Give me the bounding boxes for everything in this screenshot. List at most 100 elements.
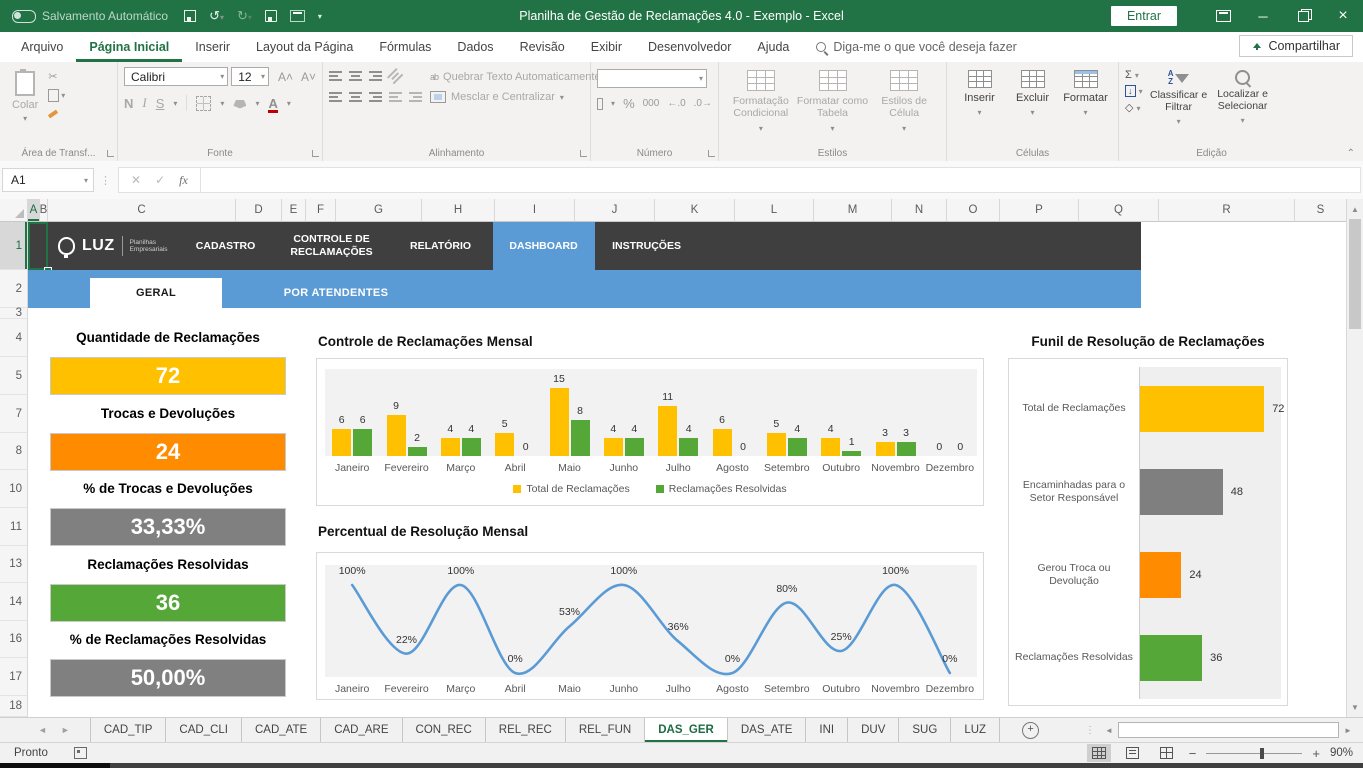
scroll-down-icon[interactable]: ▼ [1347,699,1363,715]
menu-tab-ajuda[interactable]: Ajuda [744,32,802,62]
shrink-font-button[interactable]: A˅ [301,70,316,84]
menu-tab-layout-da-pagina[interactable]: Layout da Página [243,32,366,62]
format-painter-button[interactable] [48,107,65,121]
save-icon[interactable] [184,10,196,22]
sheet-tab-cad-tip[interactable]: CAD_TIP [90,718,167,742]
sheet-tab-con-rec[interactable]: CON_REC [403,718,486,742]
sheet-tab-cad-are[interactable]: CAD_ARE [321,718,402,742]
ribbon-display-options-button[interactable] [1203,0,1243,32]
insert-cells-button[interactable]: Inserir ▾ [953,67,1006,141]
dashboard-nav-tab-relatorio[interactable]: RELATÓRIO [396,222,486,270]
print-preview-icon[interactable] [265,10,277,22]
column-header-n[interactable]: N [892,199,947,221]
minimize-button[interactable]: ─ [1243,0,1283,32]
formula-input[interactable] [201,167,1361,193]
dashboard-nav-tab-dashboard[interactable]: DASHBOARD [493,222,595,270]
restore-button[interactable] [1283,0,1323,32]
autosum-button[interactable]: Σ ▾ [1125,69,1143,81]
dashboard-subtab-por-atendentes[interactable]: POR ATENDENTES [222,278,450,308]
borders-button[interactable] [196,96,211,111]
horizontal-scroll-thumb[interactable] [1118,722,1339,738]
column-header-b[interactable]: B [40,199,48,221]
row-header-7[interactable]: 7 [0,395,27,433]
sheet-tab-rel-fun[interactable]: REL_FUN [566,718,645,742]
vertical-scrollbar[interactable]: ▲ ▼ [1346,199,1363,717]
sheet-tab-cad-cli[interactable]: CAD_CLI [166,718,242,742]
zoom-out-button[interactable]: − [1189,746,1197,761]
format-as-table-button[interactable]: Formatar como Tabela ▾ [797,67,869,141]
column-header-a[interactable]: A [28,199,40,221]
undo-button[interactable]: ↺▾ [209,8,224,24]
zoom-slider[interactable] [1206,753,1302,754]
insert-function-icon[interactable]: fx [179,173,188,188]
menu-tab-arquivo[interactable]: Arquivo [8,32,76,62]
column-header-e[interactable]: E [282,199,306,221]
scroll-up-icon[interactable]: ▲ [1347,201,1363,217]
name-box[interactable]: A1 ▾ [2,168,94,192]
clipboard-dialog-launcher[interactable] [107,150,114,157]
cell-styles-button[interactable]: Estilos de Célula ▾ [868,67,940,141]
align-bottom-icon[interactable] [369,71,382,82]
column-header-l[interactable]: L [735,199,814,221]
share-button[interactable]: Compartilhar [1239,35,1353,57]
column-header-o[interactable]: O [947,199,1000,221]
dashboard-subtab-geral[interactable]: GERAL [90,278,222,308]
new-sheet-button[interactable]: + [1022,722,1039,739]
increase-decimal-button[interactable]: ←.0 [667,98,685,109]
horizontal-scrollbar[interactable]: ⋮ ◄ ► [1085,721,1355,739]
alignment-dialog-launcher[interactable] [580,150,587,157]
orientation-icon[interactable] [387,68,404,85]
row-header-16[interactable]: 16 [0,621,27,658]
column-header-p[interactable]: P [1000,199,1079,221]
column-header-q[interactable]: Q [1079,199,1159,221]
format-cells-button[interactable]: Formatar ▾ [1059,67,1112,141]
font-size-select[interactable]: 12 ▾ [231,67,269,86]
merge-center-button[interactable]: Mesclar e Centralizar ▾ [430,91,601,103]
sheet-tab-rel-rec[interactable]: REL_REC [486,718,566,742]
align-center-icon[interactable] [349,92,362,103]
select-all-corner[interactable] [0,199,28,221]
font-color-button[interactable]: A [268,96,277,111]
scroll-right-icon[interactable]: ► [1341,726,1355,735]
prev-sheet-icon[interactable]: ◄ [38,725,47,735]
fill-color-button[interactable] [233,100,246,109]
delete-cells-button[interactable]: Excluir ▾ [1006,67,1059,141]
dashboard-nav-tab-cadastro[interactable]: CADASTRO [184,222,268,270]
menu-tab-revisao[interactable]: Revisão [507,32,578,62]
close-button[interactable]: × [1323,0,1363,32]
find-select-button[interactable]: Localizar e Selecionar ▾ [1211,67,1275,141]
row-header-5[interactable]: 5 [0,357,27,395]
cut-button[interactable]: ✂ [48,69,65,83]
row-header-2[interactable]: 2 [0,270,27,308]
column-header-g[interactable]: G [336,199,422,221]
macro-record-icon[interactable] [74,747,87,759]
scroll-left-icon[interactable]: ◄ [1102,726,1116,735]
dashboard-nav-tab-instrucoes[interactable]: INSTRUÇÕES [602,222,692,270]
paste-button[interactable]: Colar ▾ [6,67,44,141]
align-middle-icon[interactable] [349,71,362,82]
menu-tab-exibir[interactable]: Exibir [578,32,635,62]
row-header-8[interactable]: 8 [0,433,27,470]
zoom-in-button[interactable]: + [1312,746,1320,761]
column-header-m[interactable]: M [814,199,892,221]
sheet-tab-duv[interactable]: DUV [848,718,899,742]
sheet-tab-das-ger[interactable]: DAS_GER [645,718,728,742]
dashboard-nav-tab-controle-de-reclamacoes[interactable]: CONTROLE DE RECLAMAÇÕES [275,222,389,270]
wrap-text-button[interactable]: ab Quebrar Texto Automaticamente [430,71,601,83]
menu-tab-formulas[interactable]: Fórmulas [366,32,444,62]
align-left-icon[interactable] [329,92,342,103]
sheet-tab-sug[interactable]: SUG [899,718,951,742]
font-name-select[interactable]: Calibri ▾ [124,67,228,86]
column-header-i[interactable]: I [495,199,575,221]
page-break-view-button[interactable] [1155,744,1179,762]
number-format-select[interactable]: ▾ [597,69,707,88]
percent-style-button[interactable]: % [623,96,635,111]
number-dialog-launcher[interactable] [708,150,715,157]
sheet-tab-ini[interactable]: INI [806,718,848,742]
font-dialog-launcher[interactable] [312,150,319,157]
clear-button[interactable]: ◇ ▾ [1125,101,1143,114]
sheet-tab-luz[interactable]: LUZ [951,718,1000,742]
tell-me-search[interactable]: Diga-me o que você deseja fazer [816,40,1016,54]
column-header-k[interactable]: K [655,199,735,221]
italic-button[interactable]: I [142,95,146,111]
